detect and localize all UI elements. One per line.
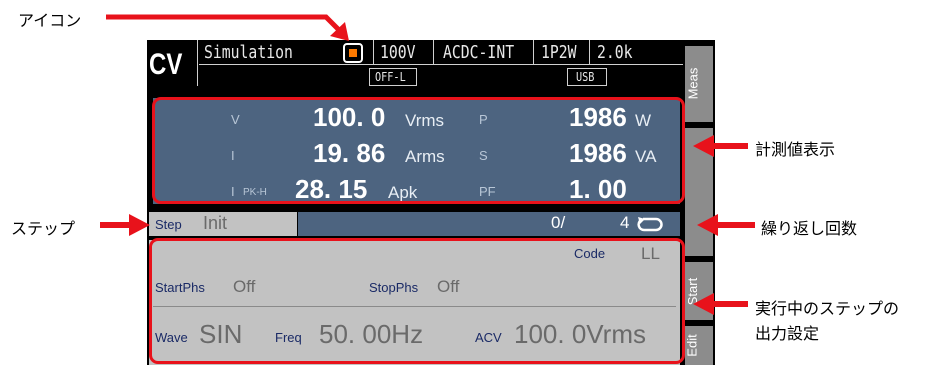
arrow-step	[100, 214, 150, 236]
callout-arrows	[100, 14, 755, 315]
arrow-repeat-count	[697, 214, 755, 236]
arrow-measurement	[693, 135, 748, 157]
arrow-icon	[106, 14, 349, 41]
arrow-output-settings	[693, 293, 748, 315]
